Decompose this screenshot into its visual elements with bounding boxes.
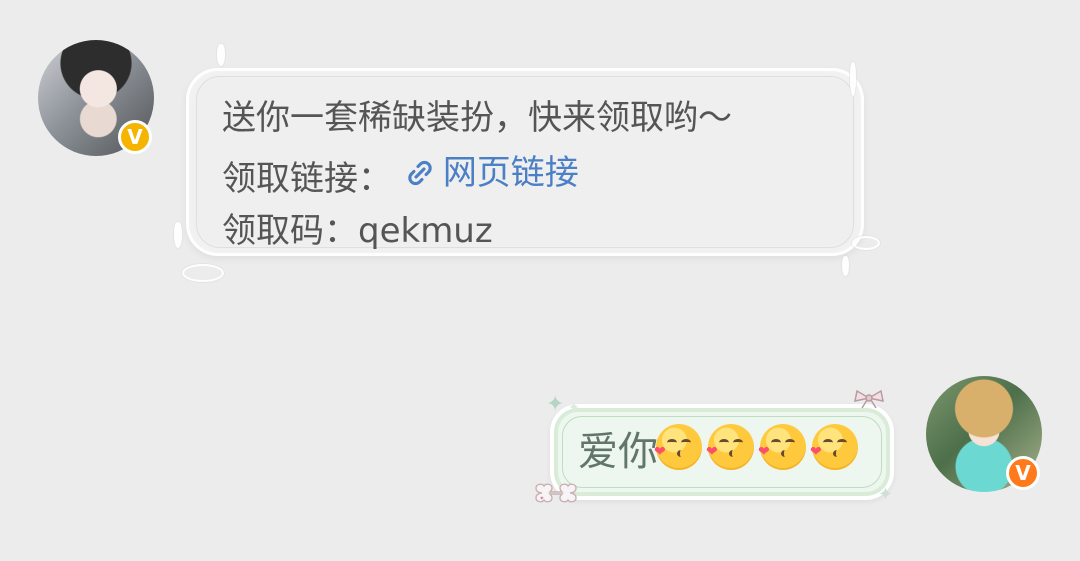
water-drop-decoration [174, 222, 182, 248]
link-icon [408, 160, 432, 186]
sparkle-icon: ✦ [546, 392, 565, 417]
splash-decoration [182, 264, 224, 282]
kiss-emoji-icon: ❤ [810, 424, 858, 470]
bone-decoration-icon: ♥ [535, 483, 577, 503]
message-line-prefix: 领取链接： [222, 159, 392, 199]
web-link[interactable]: 网页链接 [403, 156, 579, 190]
message-link-line: 领取链接： 网页链接 [222, 156, 842, 196]
verified-badge: V [118, 120, 152, 154]
kiss-emoji-icon: ❤ [654, 424, 702, 470]
water-drop-decoration [850, 62, 856, 96]
message-line: 领取码：qekmuz [222, 211, 493, 251]
verified-badge: V [1006, 456, 1040, 490]
sparkle-icon: ✦ [878, 484, 894, 505]
web-link-label: 网页链接 [442, 153, 579, 193]
splash-decoration [852, 236, 880, 250]
water-drop-decoration [842, 256, 849, 276]
kiss-emoji-icon: ❤ [706, 424, 754, 470]
svg-text:♥: ♥ [540, 496, 544, 502]
kiss-emoji-icon: ❤ [758, 424, 806, 470]
message-line: 送你一套稀缺装扮，快来领取哟～ [222, 98, 732, 138]
bow-icon [854, 389, 884, 409]
outgoing-message-text: 爱你 [578, 429, 658, 475]
water-drop-decoration [217, 44, 225, 66]
sparkle-icon: ✦ [568, 400, 580, 416]
sender-avatar[interactable]: V [38, 40, 154, 156]
emoji-row: ❤ ❤ ❤ ❤ [654, 424, 858, 470]
recipient-avatar[interactable]: V [926, 376, 1042, 492]
